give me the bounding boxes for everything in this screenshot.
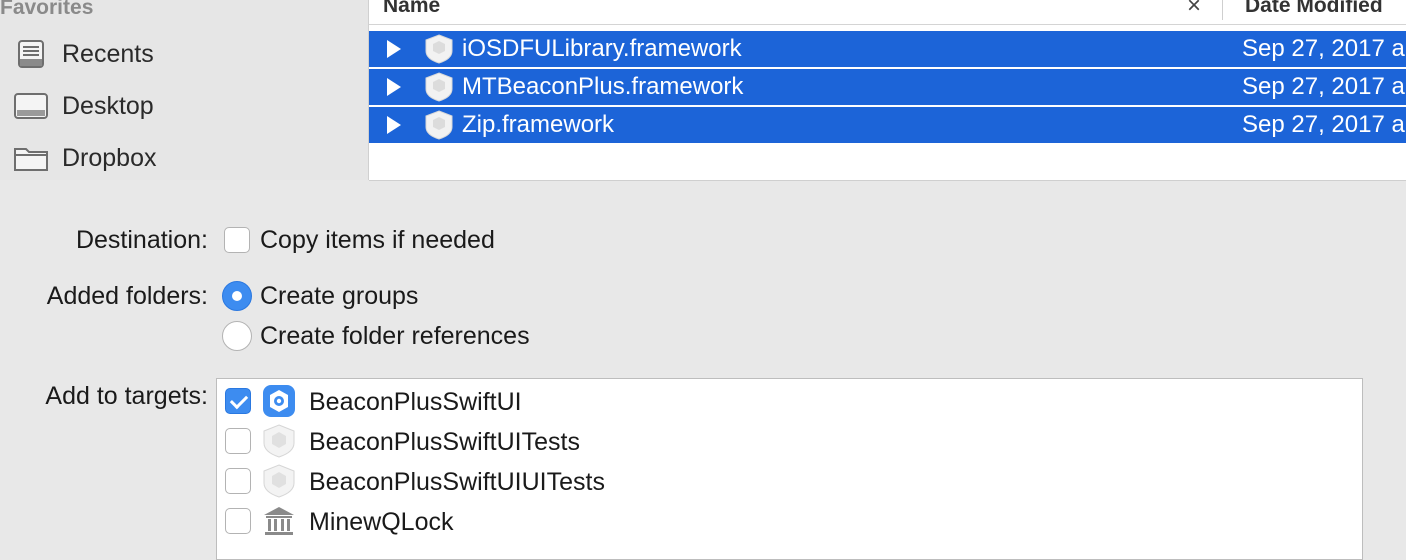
file-list: Name × Date Modified iOSDFULibrary.frame…: [369, 0, 1406, 181]
added-folders-label: Added folders:: [46, 282, 208, 310]
target-name: BeaconPlusSwiftUITests: [309, 428, 580, 456]
target-row[interactable]: BeaconPlusSwiftUIUITests: [217, 461, 1362, 501]
column-divider[interactable]: [1222, 0, 1223, 20]
sidebar-item-label: Recents: [62, 39, 154, 68]
sidebar-item-desktop[interactable]: Desktop: [14, 86, 154, 126]
file-row[interactable]: iOSDFULibrary.framework Sep 27, 2017 a: [369, 31, 1406, 67]
target-checkbox[interactable]: [225, 508, 251, 534]
file-name: Zip.framework: [462, 111, 615, 138]
file-date: Sep 27, 2017 a: [1242, 73, 1405, 100]
target-name: MinewQLock: [309, 508, 454, 536]
sidebar-section-title: Favorites: [0, 0, 94, 19]
file-name: MTBeaconPlus.framework: [462, 73, 744, 100]
sidebar-item-dropbox[interactable]: Dropbox: [14, 138, 157, 178]
column-name-header[interactable]: Name: [383, 0, 440, 18]
folder-icon: [14, 143, 48, 173]
desktop-icon: [14, 91, 48, 121]
target-checkbox[interactable]: [225, 388, 251, 414]
column-header: Name × Date Modified: [369, 0, 1406, 25]
create-groups-label[interactable]: Create groups: [260, 282, 418, 311]
target-row[interactable]: MinewQLock: [217, 501, 1362, 541]
test-bundle-icon: [261, 464, 297, 498]
framework-icon: [425, 34, 453, 71]
file-name: iOSDFULibrary.framework: [462, 35, 742, 62]
disclosure-triangle-icon[interactable]: [387, 40, 401, 58]
framework-icon: [425, 110, 453, 147]
framework-icon: [425, 72, 453, 109]
copy-items-label[interactable]: Copy items if needed: [260, 226, 495, 255]
disclosure-triangle-icon[interactable]: [387, 78, 401, 96]
test-bundle-icon: [261, 424, 297, 458]
sidebar: Favorites Recents Desktop Dropbox: [0, 0, 369, 180]
create-groups-radio[interactable]: [222, 281, 252, 311]
target-row[interactable]: BeaconPlusSwiftUI: [217, 381, 1362, 421]
targets-list: BeaconPlusSwiftUI BeaconPlusSwiftUITests…: [216, 378, 1363, 560]
close-icon[interactable]: ×: [1187, 0, 1201, 20]
create-folder-references-label[interactable]: Create folder references: [260, 322, 530, 351]
add-to-targets-label: Add to targets:: [45, 382, 208, 410]
target-row[interactable]: BeaconPlusSwiftUITests: [217, 421, 1362, 461]
sidebar-item-label: Dropbox: [62, 143, 157, 172]
disclosure-triangle-icon[interactable]: [387, 116, 401, 134]
target-checkbox[interactable]: [225, 468, 251, 494]
destination-label: Destination:: [75, 226, 208, 254]
column-date-header[interactable]: Date Modified: [1245, 0, 1383, 18]
sidebar-item-label: Desktop: [62, 91, 154, 120]
target-checkbox[interactable]: [225, 428, 251, 454]
target-name: BeaconPlusSwiftUIUITests: [309, 468, 605, 496]
sidebar-item-recents[interactable]: Recents: [14, 34, 154, 74]
file-row[interactable]: Zip.framework Sep 27, 2017 a: [369, 107, 1406, 143]
target-name: BeaconPlusSwiftUI: [309, 388, 522, 416]
create-folder-references-radio[interactable]: [222, 321, 252, 351]
app-target-icon: [261, 384, 297, 418]
file-date: Sep 27, 2017 a: [1242, 111, 1405, 138]
copy-items-checkbox[interactable]: [224, 227, 250, 253]
file-row[interactable]: MTBeaconPlus.framework Sep 27, 2017 a: [369, 69, 1406, 105]
library-icon: [261, 504, 297, 538]
file-date: Sep 27, 2017 a: [1242, 35, 1405, 62]
recents-icon: [14, 39, 48, 69]
